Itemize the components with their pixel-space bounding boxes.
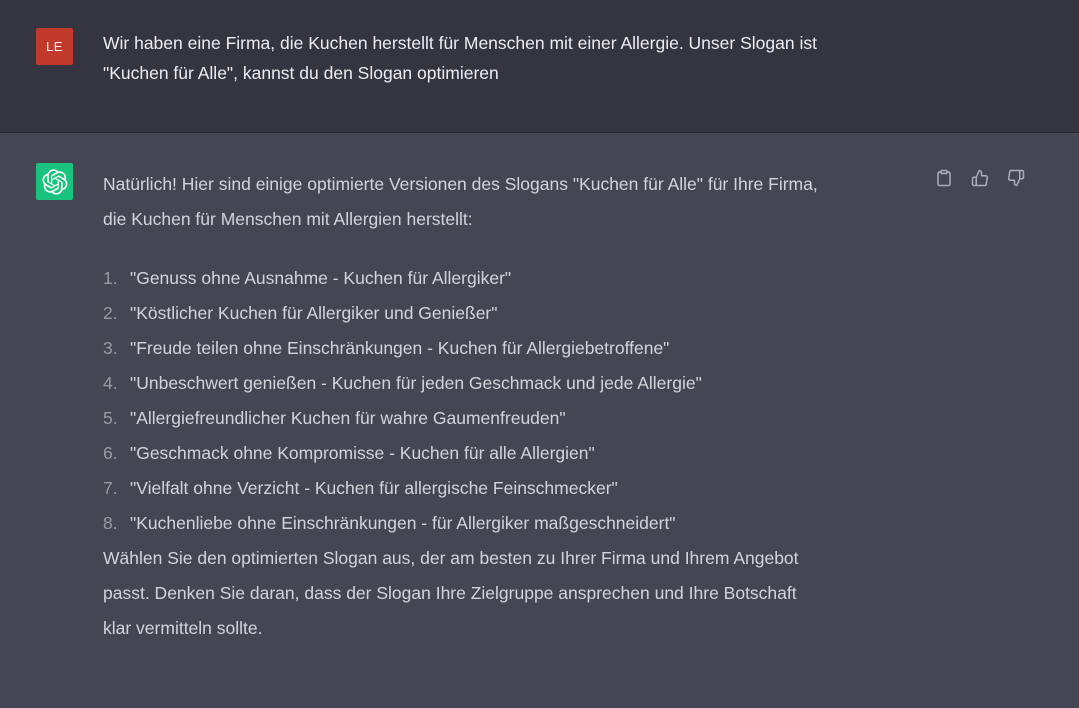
thumbs-up-icon bbox=[971, 169, 988, 187]
list-text: "Vielfalt ohne Verzicht - Kuchen für all… bbox=[130, 478, 618, 498]
list-item: 3. "Freude teilen ohne Einschränkungen - … bbox=[103, 331, 923, 366]
intro-line: die Kuchen für Menschen mit Allergien he… bbox=[103, 209, 473, 229]
list-text: "Allergiefreundlicher Kuchen für wahre G… bbox=[130, 408, 566, 428]
thumbs-up-button[interactable] bbox=[969, 167, 991, 189]
thumbs-down-icon bbox=[1008, 169, 1025, 187]
list-text: "Freude teilen ohne Einschränkungen - Ku… bbox=[130, 338, 670, 358]
list-item: 5. "Allergiefreundlicher Kuchen für wahre… bbox=[103, 401, 923, 436]
user-avatar-initials: LE bbox=[46, 39, 63, 54]
assistant-message-row: Natürlich! Hier sind einige optimierte V… bbox=[0, 133, 1079, 708]
thumbs-down-button[interactable] bbox=[1005, 167, 1027, 189]
outro-line: passt. Denken Sie daran, dass der Slogan… bbox=[103, 583, 797, 603]
list-item: 8. "Kuchenliebe ohne Einschränkungen - fü… bbox=[103, 506, 923, 541]
clipboard-icon bbox=[937, 169, 951, 187]
openai-logo-icon bbox=[41, 168, 67, 195]
list-number: 2. bbox=[103, 303, 118, 323]
list-item: 7. "Vielfalt ohne Verzicht - Kuchen für a… bbox=[103, 471, 923, 506]
list-number: 6. bbox=[103, 443, 118, 463]
copy-button[interactable] bbox=[933, 167, 955, 189]
list-number: 3. bbox=[103, 338, 118, 358]
list-text: "Kuchenliebe ohne Einschränkungen - für … bbox=[130, 513, 676, 533]
message-actions bbox=[933, 167, 1027, 189]
list-number: 7. bbox=[103, 478, 118, 498]
list-item: 6. "Geschmack ohne Kompromisse - Kuchen f… bbox=[103, 436, 923, 471]
list-number: 1. bbox=[103, 268, 118, 288]
user-message-line: "Kuchen für Alle", kannst du den Slogan … bbox=[103, 63, 499, 83]
assistant-message-text: Natürlich! Hier sind einige optimierte V… bbox=[103, 167, 923, 646]
assistant-outro: Wählen Sie den optimierten Slogan aus, d… bbox=[103, 541, 923, 646]
user-message-text: Wir haben eine Firma, die Kuchen herstel… bbox=[103, 28, 933, 88]
user-message-row: LE Wir haben eine Firma, die Kuchen hers… bbox=[0, 0, 1079, 133]
list-item: 2. "Köstlicher Kuchen für Allergiker und … bbox=[103, 296, 923, 331]
list-number: 5. bbox=[103, 408, 118, 428]
user-message-line: Wir haben eine Firma, die Kuchen herstel… bbox=[103, 33, 817, 53]
assistant-intro: Natürlich! Hier sind einige optimierte V… bbox=[103, 167, 923, 237]
assistant-avatar bbox=[36, 163, 73, 200]
list-number: 8. bbox=[103, 513, 118, 533]
outro-line: Wählen Sie den optimierten Slogan aus, d… bbox=[103, 548, 799, 568]
list-text: "Genuss ohne Ausnahme - Kuchen für Aller… bbox=[130, 268, 512, 288]
list-item: 4. "Unbeschwert genießen - Kuchen für jed… bbox=[103, 366, 923, 401]
list-text: "Unbeschwert genießen - Kuchen für jeden… bbox=[130, 373, 702, 393]
list-number: 4. bbox=[103, 373, 118, 393]
intro-line: Natürlich! Hier sind einige optimierte V… bbox=[103, 174, 818, 194]
list-text: "Köstlicher Kuchen für Allergiker und Ge… bbox=[130, 303, 498, 323]
slogan-list: 1. "Genuss ohne Ausnahme - Kuchen für All… bbox=[103, 261, 923, 541]
list-item: 1. "Genuss ohne Ausnahme - Kuchen für All… bbox=[103, 261, 923, 296]
outro-line: klar vermitteln sollte. bbox=[103, 618, 263, 638]
user-avatar: LE bbox=[36, 28, 73, 65]
list-text: "Geschmack ohne Kompromisse - Kuchen für… bbox=[130, 443, 595, 463]
